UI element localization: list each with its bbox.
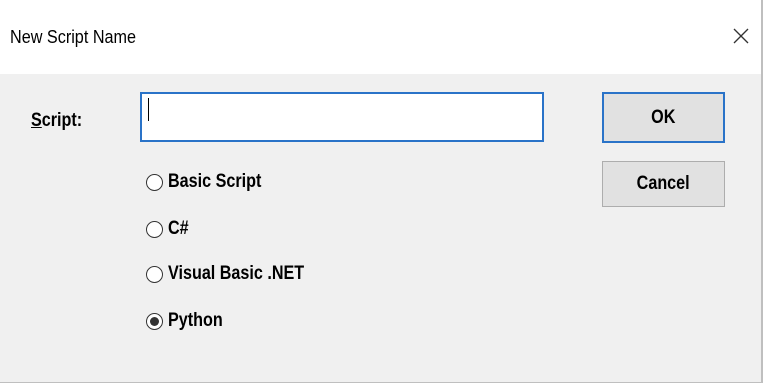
radio-label: Basic Script — [168, 171, 262, 192]
script-name-input[interactable] — [140, 92, 544, 142]
radio-button-icon[interactable] — [146, 220, 163, 238]
radio-python[interactable]: Python — [146, 306, 232, 336]
cancel-button[interactable]: Cancel — [602, 161, 725, 207]
script-label: Script: — [31, 110, 82, 132]
radio-button-icon[interactable] — [146, 173, 163, 191]
text-caret — [148, 98, 149, 121]
title-bar: New Script Name — [0, 0, 761, 74]
radio-button-icon[interactable] — [146, 265, 163, 283]
ok-button-label: OK — [651, 106, 676, 128]
radio-button-icon[interactable] — [146, 312, 163, 330]
cancel-button-label: Cancel — [637, 173, 690, 194]
ok-button[interactable]: OK — [602, 92, 725, 143]
radio-visual-basic-net[interactable]: Visual Basic .NET — [146, 259, 328, 289]
window-title: New Script Name — [10, 27, 137, 47]
radio-label: C# — [168, 218, 189, 239]
radio-label: Python — [168, 310, 223, 331]
radio-basic-script[interactable]: Basic Script — [146, 167, 278, 197]
script-label-text: cript: — [41, 110, 83, 131]
script-label-mnemonic: S — [31, 110, 42, 131]
radio-csharp[interactable]: C# — [146, 214, 192, 244]
close-button[interactable] — [724, 20, 758, 54]
radio-label: Visual Basic .NET — [168, 263, 305, 284]
new-script-name-dialog: New Script Name Script: OK Cancel Basic … — [0, 0, 763, 383]
close-icon — [733, 28, 749, 44]
